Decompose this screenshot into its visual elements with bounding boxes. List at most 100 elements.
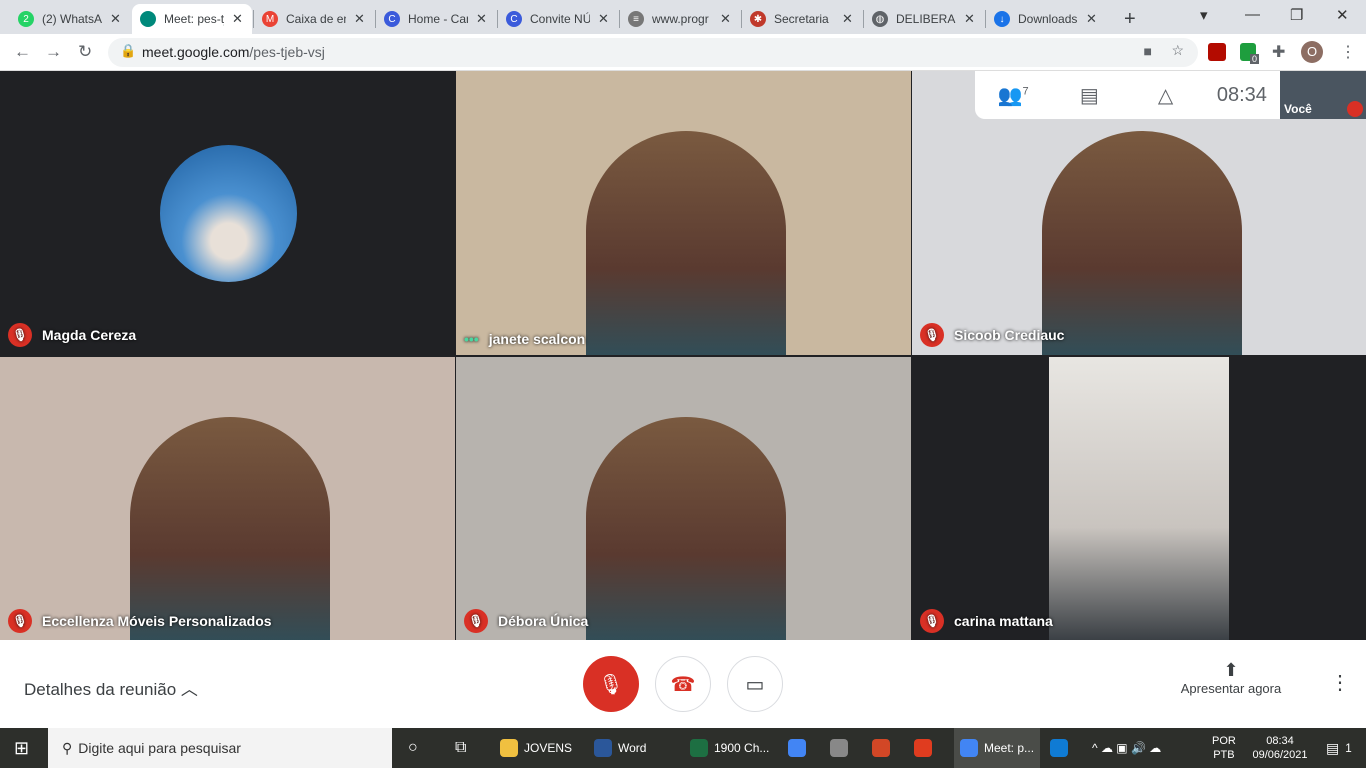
meet-controls-bar: Detalhes da reunião ︿ 🎙 ☎ ▭ ⬆ Apresentar … (0, 640, 1366, 728)
tab-7[interactable]: ◍ DELIBERAÇ ✕ (864, 4, 984, 34)
participants-button[interactable]: 👥7 (975, 83, 1051, 108)
app-label: Meet: p... (984, 741, 1035, 755)
download-icon: ↓ (994, 11, 1010, 27)
taskbar-app[interactable]: Meet: p... (954, 728, 1041, 768)
taskbar-clock[interactable]: 08:34 09/06/2021 (1252, 728, 1308, 768)
participant-tile[interactable]: 🎙 Magda Cereza (0, 71, 455, 355)
taskbar-app[interactable] (872, 728, 890, 768)
tab-title: Meet: pes-tjeb-vsj (164, 12, 224, 26)
close-tab-icon[interactable]: ✕ (232, 11, 243, 27)
windows-start-icon[interactable]: ⊞ (14, 728, 29, 768)
participants-count: 7 (1022, 84, 1029, 97)
tab-title: Secretaria (774, 12, 829, 26)
extensions-puzzle-icon[interactable]: ✚ (1272, 42, 1285, 62)
canva-icon: C (384, 11, 400, 27)
participant-tile[interactable]: 🎙 Eccellenza Móveis Personalizados (0, 357, 455, 641)
taskbar-app[interactable]: 1900 Ch... (690, 728, 769, 768)
tab-title: Downloads (1018, 12, 1078, 26)
app-icon (830, 739, 848, 757)
chat-button[interactable]: ▤ (1051, 83, 1127, 108)
taskbar-app[interactable] (788, 728, 806, 768)
close-window-button[interactable]: ✕ (1336, 6, 1349, 24)
restore-button[interactable]: ❐ (1290, 6, 1303, 24)
mic-toggle-button[interactable]: 🎙 (583, 656, 639, 712)
close-tab-icon[interactable]: ✕ (598, 11, 609, 27)
back-button[interactable]: ← (14, 42, 31, 62)
participant-tile[interactable]: ••• janete scalcon (456, 71, 911, 355)
minimize-button[interactable]: — (1245, 6, 1260, 23)
app-icon (914, 739, 932, 757)
close-tab-icon[interactable]: ✕ (354, 11, 365, 27)
close-tab-icon[interactable]: ✕ (842, 11, 853, 27)
participant-name-tag: 🎙 Débora Única (464, 609, 588, 633)
participant-tile[interactable]: 🎙 Débora Única (456, 357, 911, 641)
whatsapp-icon: 2 (18, 11, 34, 27)
bookmark-star-icon[interactable]: ☆ (1171, 42, 1184, 59)
taskbar-app[interactable] (830, 728, 848, 768)
tab-5[interactable]: ≡ www.progr ✕ (620, 4, 740, 34)
tab-3[interactable]: C Home - Canva ✕ (376, 4, 496, 34)
tab-1[interactable]: Meet: pes-tjeb-vsj ✕ (132, 4, 252, 34)
app-label: JOVENS (524, 741, 573, 755)
notifications-button[interactable]: ▤ 1 (1326, 728, 1352, 768)
close-tab-icon[interactable]: ✕ (110, 11, 121, 27)
taskbar-search-input[interactable]: ⚲ Digite aqui para pesquisar (48, 728, 392, 768)
tab-title: Home - Canva (408, 12, 468, 26)
tab-0[interactable]: 2 (2) WhatsApp ✕ (10, 4, 130, 34)
url-path: /pes-tjeb-vsj (249, 44, 325, 60)
cortana-icon[interactable]: ○ (408, 728, 418, 768)
close-tab-icon[interactable]: ✕ (720, 11, 731, 27)
tab-6[interactable]: ✱ Secretaria ✕ (742, 4, 862, 34)
search-icon: ⚲ (62, 739, 73, 756)
search-placeholder: Digite aqui para pesquisar (78, 740, 241, 756)
close-tab-icon[interactable]: ✕ (476, 11, 487, 27)
present-now-button[interactable]: ⬆ Apresentar agora (1170, 660, 1292, 696)
extension-badge: 0 (1250, 54, 1260, 64)
participant-name: carina mattana (954, 613, 1053, 629)
tab-title: Convite NÚ (530, 12, 590, 26)
app-icon (500, 739, 518, 757)
language-indicator[interactable]: POR PTB (1212, 728, 1236, 768)
app-icon (690, 739, 708, 757)
canva-icon: C (506, 11, 522, 27)
mic-off-icon (1347, 101, 1363, 117)
taskbar-app[interactable] (1050, 728, 1068, 768)
forward-button[interactable]: → (45, 42, 62, 62)
self-preview[interactable]: Você (1280, 71, 1366, 119)
leave-call-button[interactable]: ☎ (655, 656, 711, 712)
tab-4[interactable]: C Convite NÚ ✕ (498, 4, 618, 34)
camera-icon[interactable]: ■ (1144, 43, 1152, 59)
tab-2[interactable]: M Caixa de entrada ✕ (254, 4, 374, 34)
close-tab-icon[interactable]: ✕ (964, 11, 975, 27)
more-options-icon[interactable]: ⋮ (1330, 670, 1350, 695)
app-icon (872, 739, 890, 757)
tab-8[interactable]: ↓ Downloads ✕ (986, 4, 1106, 34)
speaking-indicator-icon: ••• (464, 331, 479, 347)
new-tab-button[interactable]: + (1116, 4, 1144, 34)
pdf-extension-icon[interactable] (1208, 43, 1226, 61)
taskbar-app[interactable] (914, 728, 932, 768)
reload-button[interactable]: ↻ (78, 42, 92, 62)
app-label: 1900 Ch... (714, 741, 770, 755)
self-label: Você (1284, 102, 1312, 116)
meeting-details-button[interactable]: Detalhes da reunião ︿ (24, 675, 198, 700)
profile-avatar[interactable]: O (1301, 41, 1323, 63)
taskbar-app[interactable]: Word (594, 728, 646, 768)
flag-icon: ✱ (750, 11, 766, 27)
task-view-icon[interactable]: ⧉ (455, 728, 466, 768)
activities-button[interactable]: △ (1128, 83, 1204, 108)
app-icon (594, 739, 612, 757)
lock-icon: 🔒 (120, 43, 137, 58)
windows-taskbar: ⊞ ⚲ Digite aqui para pesquisar ○ ⧉ JOVENS… (0, 728, 1366, 768)
taskbar-app[interactable]: JOVENS (500, 728, 572, 768)
app-icon (960, 739, 978, 757)
camera-toggle-button[interactable]: ▭ (727, 656, 783, 712)
participant-tile[interactable]: 🎙 carina mattana (912, 357, 1366, 641)
participant-name: Magda Cereza (42, 327, 137, 343)
close-tab-icon[interactable]: ✕ (1086, 11, 1097, 27)
tab-search-icon[interactable]: ▾ (1200, 6, 1208, 24)
system-tray-icons[interactable]: ^ ☁ ▣ 🔊 ☁ (1092, 728, 1161, 768)
url-input[interactable]: 🔒 meet.google.com/pes-tjeb-vsj ■ ☆ (108, 38, 1198, 67)
participant-name-tag: ••• janete scalcon (464, 331, 585, 347)
menu-kebab-icon[interactable]: ⋮ (1340, 42, 1356, 62)
